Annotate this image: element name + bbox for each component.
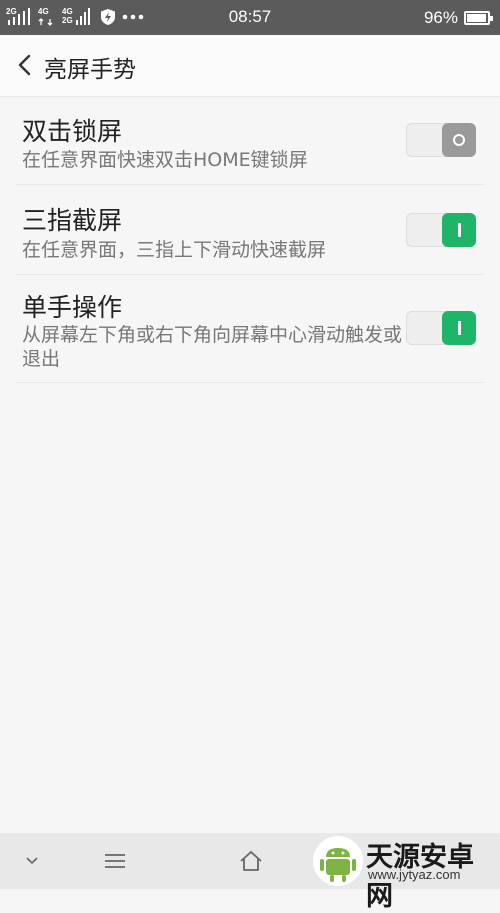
chevron-down-icon	[26, 857, 38, 865]
page-title: 亮屏手势	[44, 57, 136, 83]
setting-description: 从屏幕左下角或右下角向屏幕中心滑动触发或退出	[22, 324, 403, 370]
setting-description: 在任意界面，三指上下滑动快速截屏	[22, 239, 327, 261]
battery-percent: 96%	[423, 8, 458, 27]
chevron-left-icon	[18, 54, 31, 76]
double-tap-lock-toggle[interactable]	[406, 123, 476, 157]
one-hand-mode-toggle[interactable]	[406, 311, 476, 345]
setting-title: 双击锁屏	[22, 117, 123, 146]
battery-status: 96%	[423, 8, 493, 28]
divider	[16, 382, 484, 383]
three-finger-screenshot-toggle[interactable]	[406, 213, 476, 247]
app-bar: 亮屏手势	[0, 35, 500, 97]
toggle-knob	[442, 123, 476, 157]
menu-icon	[105, 854, 125, 868]
setting-title: 单手操作	[22, 293, 123, 322]
menu-button[interactable]	[92, 833, 138, 889]
status-bar: 2G 4G 4G 2G 08:57 96%	[0, 0, 500, 35]
setting-row-one-hand-mode[interactable]: 单手操作 从屏幕左下角或右下角向屏幕中心滑动触发或退出	[0, 275, 500, 383]
toggle-knob	[442, 213, 476, 247]
setting-row-three-finger-screenshot[interactable]: 三指截屏 在任意界面，三指上下滑动快速截屏	[0, 185, 500, 275]
battery-icon	[464, 11, 493, 25]
setting-title: 三指截屏	[22, 206, 123, 235]
android-logo-icon	[313, 836, 363, 886]
toggle-knob	[442, 311, 476, 345]
collapse-nav-button[interactable]	[12, 833, 52, 889]
watermark-url: www.jytyaz.com	[368, 867, 461, 882]
setting-description: 在任意界面快速双击HOME键锁屏	[22, 149, 308, 171]
site-watermark: 天源安卓网 www.jytyaz.com	[308, 832, 500, 912]
home-icon	[240, 851, 262, 871]
setting-row-double-tap-lock[interactable]: 双击锁屏 在任意界面快速双击HOME键锁屏	[0, 97, 500, 185]
home-button[interactable]	[228, 833, 274, 889]
back-button[interactable]	[10, 49, 38, 81]
